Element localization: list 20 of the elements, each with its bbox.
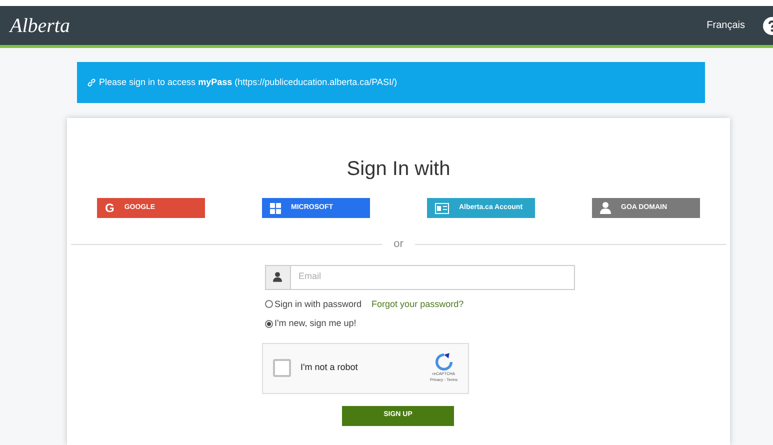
captcha-label: I'm not a robot — [300, 361, 359, 374]
user-icon — [273, 272, 282, 282]
banner-text: Please sign in to access myPass (https://publiceducation.alberta.ca/PASI/) — [99, 76, 398, 89]
recaptcha-logo-icon — [434, 353, 453, 371]
card-title: Sign In with — [346, 157, 450, 182]
link-icon — [87, 78, 96, 87]
windows-icon — [270, 202, 281, 214]
radio-label: Sign in with password — [274, 298, 362, 311]
alberta-logo: Alberta — [10, 14, 70, 38]
language-link[interactable]: Français — [706, 18, 745, 33]
id-card-icon — [435, 202, 449, 214]
user-icon — [600, 202, 611, 214]
radio-button[interactable] — [264, 320, 272, 328]
captcha-checkbox[interactable] — [272, 359, 290, 377]
radio-button[interactable] — [264, 300, 272, 308]
email-field[interactable]: Email — [290, 264, 574, 290]
radio-label: I'm new, sign me up! — [274, 317, 356, 330]
or-divider-text: or — [392, 237, 404, 252]
forgot-password-link[interactable]: Forgot your password? — [372, 298, 464, 311]
google-g-icon: G — [105, 202, 114, 214]
